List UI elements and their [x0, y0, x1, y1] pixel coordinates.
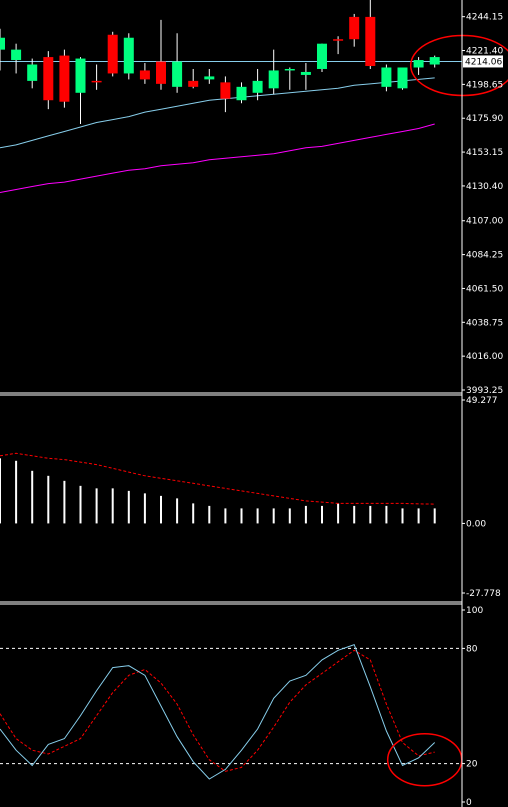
histogram-bar[interactable]: [160, 495, 162, 524]
histogram-bar[interactable]: [95, 488, 98, 524]
histogram-bar[interactable]: [256, 508, 259, 524]
trading-chart[interactable]: 4244.15 4221.40 4198.65 4175.90 4153.15 4130.…: [0, 0, 508, 807]
histogram-bar[interactable]: [240, 508, 243, 524]
price-tick-label: 4221.40: [466, 47, 503, 57]
histogram-bar[interactable]: [224, 508, 227, 524]
histogram-tick-label: 0.00: [466, 519, 486, 529]
bull-candle-body: [381, 67, 392, 87]
bull-candle-body: [317, 43, 327, 69]
bear-candle-body: [139, 70, 150, 80]
histogram-bar[interactable]: [304, 505, 307, 524]
histogram-bar[interactable]: [79, 485, 82, 524]
price-tick-label: 4061.50: [466, 284, 503, 294]
candle[interactable]: [317, 43, 327, 72]
bull-candle-body: [27, 64, 38, 81]
candle[interactable]: [107, 31, 118, 77]
candle[interactable]: [397, 67, 408, 90]
bull-candle-body: [397, 67, 408, 89]
price-tick-label: 4016.00: [466, 352, 503, 362]
bull-candle-body: [75, 58, 86, 93]
price-tick-label: 4130.40: [466, 182, 503, 192]
bear-candle-body: [91, 80, 102, 83]
histogram-tick-label: 49.277: [466, 396, 498, 406]
histogram-bar[interactable]: [433, 508, 436, 524]
bear-candle-body: [349, 16, 360, 40]
bear-candle-body: [107, 34, 118, 74]
histogram-bar[interactable]: [47, 475, 50, 524]
stochastic-tick-label: 100: [466, 606, 483, 616]
histogram-bar[interactable]: [127, 490, 130, 524]
price-tick-label: 4198.65: [466, 80, 503, 90]
price-tick-label: 4107.00: [466, 217, 503, 227]
bull-candle-body: [268, 70, 279, 89]
bull-candle-body: [429, 57, 440, 65]
histogram-bar[interactable]: [385, 505, 388, 524]
bull-candle-body: [204, 76, 215, 80]
histogram-bar[interactable]: [321, 505, 323, 524]
histogram-bar[interactable]: [208, 505, 211, 524]
bull-candle-body: [11, 49, 22, 61]
bear-candle-body: [220, 82, 231, 99]
bull-candle-body: [236, 86, 247, 101]
histogram-bar[interactable]: [63, 480, 66, 524]
histogram-bar[interactable]: [15, 460, 18, 524]
bull-candle-body: [413, 60, 424, 68]
price-tick-label: 4038.75: [466, 318, 503, 328]
current-price-badge-label: 4214.06: [465, 57, 502, 67]
price-tick-label: 3993.25: [466, 386, 503, 396]
bull-candle-body: [0, 37, 5, 50]
bear-candle-body: [188, 80, 199, 87]
price-tick-label: 4153.15: [466, 148, 503, 158]
bull-candle-body: [123, 37, 134, 74]
stochastic-tick-label: 20: [466, 760, 478, 770]
price-tick-label: 4175.90: [466, 114, 503, 124]
bear-candle-body: [59, 55, 70, 102]
histogram-bar[interactable]: [192, 503, 195, 524]
bull-candle-body: [252, 80, 263, 93]
histogram-tick-label: -27.778: [466, 589, 501, 599]
histogram-bar[interactable]: [111, 488, 114, 524]
histogram-bar[interactable]: [288, 508, 291, 524]
histogram-bar[interactable]: [353, 505, 356, 524]
bear-candle-body: [365, 16, 376, 67]
histogram-bar[interactable]: [272, 508, 275, 524]
current-price-badge: 4214.06: [463, 55, 503, 67]
histogram-bar[interactable]: [401, 508, 404, 524]
candle[interactable]: [123, 33, 134, 80]
price-tick-label: 4244.15: [466, 13, 503, 23]
histogram-bar[interactable]: [0, 458, 1, 524]
histogram-bar[interactable]: [176, 498, 179, 524]
stochastic-tick-label: 80: [466, 644, 478, 654]
chart-background: [0, 0, 508, 807]
histogram-bar[interactable]: [31, 470, 34, 524]
bull-candle-body: [172, 61, 183, 87]
stochastic-tick-label: 0: [466, 798, 472, 807]
bear-candle-body: [43, 57, 54, 101]
histogram-bar[interactable]: [417, 508, 420, 524]
bull-candle-body: [300, 71, 311, 75]
candle[interactable]: [59, 49, 70, 108]
price-tick-label: 4084.25: [466, 251, 503, 261]
histogram-bar[interactable]: [143, 493, 146, 524]
bear-candle-body: [333, 39, 344, 41]
bear-candle-body: [156, 61, 166, 84]
bull-candle-body: [284, 68, 295, 71]
histogram-bar[interactable]: [369, 505, 372, 524]
histogram-bar[interactable]: [337, 503, 340, 524]
